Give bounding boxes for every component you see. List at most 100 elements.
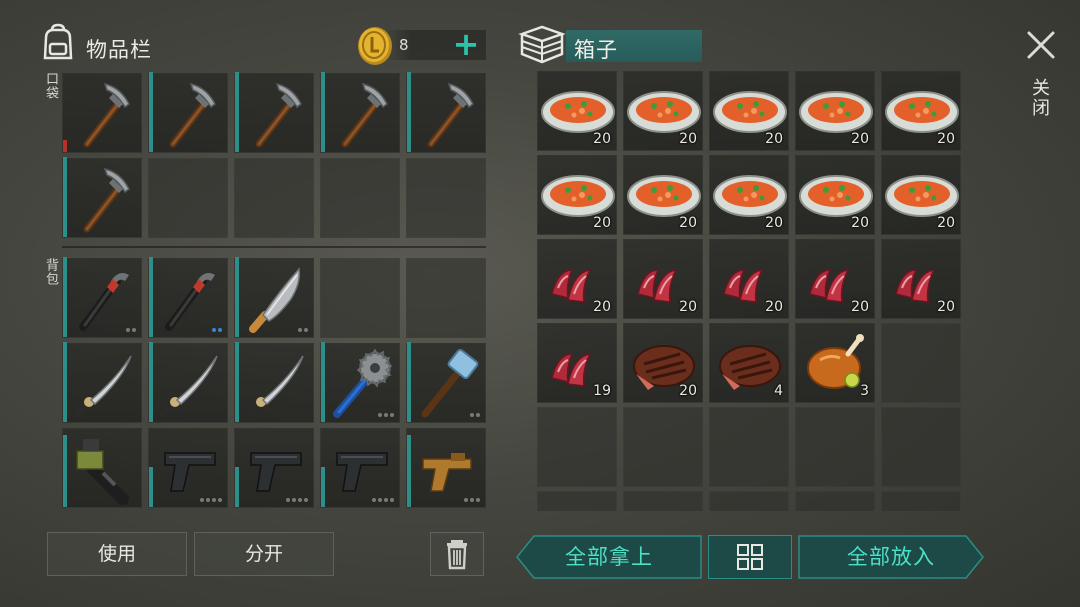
backpack-slot-2[interactable] [148,257,229,339]
split-button[interactable]: 分开 [194,532,334,576]
box-slot-22[interactable] [623,407,703,487]
pocket-slot-8[interactable] [234,158,314,238]
box-slot-14[interactable]: 20 [795,239,875,319]
pocket-slot-3[interactable] [234,72,314,153]
box-slot-12[interactable]: 20 [623,239,703,319]
mod-dot [132,328,136,332]
box-slot-1[interactable]: 20 [537,71,617,151]
box-slot-8[interactable]: 20 [709,155,789,235]
mod-dot [218,328,222,332]
sawblade-mace-icon [321,344,401,424]
backpack-slot-7[interactable] [148,342,228,423]
coin-count: 8 [399,36,409,54]
box-slot-18[interactable]: 4 [709,323,789,403]
box-slot-13[interactable]: 20 [709,239,789,319]
box-slot-5[interactable]: 20 [881,71,961,151]
box-slot-15[interactable]: 20 [881,239,961,319]
box-slot-9[interactable]: 20 [795,155,875,235]
mod-dot [298,498,302,502]
mod-dot [218,498,222,502]
box-slot-29[interactable] [795,491,875,511]
durability-bar [407,342,411,422]
backpack-slot-6[interactable] [62,342,143,424]
mod-dots [298,328,308,332]
pocket-slot-9[interactable] [320,158,400,238]
box-slot-20[interactable] [881,323,961,403]
put-all-label: 全部放入 [847,545,935,569]
pistol-icon [321,429,401,509]
backpack-slot-11[interactable] [62,428,142,508]
box-slot-6[interactable]: 20 [537,155,617,235]
backpack-slot-12[interactable] [148,428,228,508]
box-slot-17[interactable]: 20 [623,323,703,403]
box-slot-21[interactable] [537,407,617,487]
box-slot-27[interactable] [623,491,703,511]
item-quantity: 20 [679,215,697,231]
pocket-slot-1[interactable] [62,73,142,153]
mod-dots [464,498,480,502]
box-slot-19[interactable]: 3 [795,323,875,403]
take-all-button[interactable]: 全部拿上 [516,535,702,579]
item-quantity: 20 [937,215,955,231]
box-slot-28[interactable] [709,491,789,511]
backpack-slot-5[interactable] [406,258,486,338]
durability-bar [63,257,67,337]
mod-dots [200,498,222,502]
backpack-slot-1[interactable] [62,257,142,338]
add-coins-button[interactable]: + [450,28,482,62]
durability-bar [235,467,239,507]
mod-dot [378,413,382,417]
item-quantity: 20 [937,299,955,315]
put-all-button[interactable]: 全部放入 [798,535,984,579]
backpack-slot-13[interactable] [234,428,314,508]
backpack-slot-9[interactable] [320,342,401,424]
mod-dot [372,498,376,502]
item-quantity: 20 [679,383,697,399]
durability-bar [63,140,67,152]
box-slot-7[interactable]: 20 [623,155,703,235]
grid-view-button[interactable] [708,535,792,579]
box-slot-16[interactable]: 19 [537,323,617,403]
box-slot-26[interactable] [537,491,617,511]
backpack-slot-3[interactable] [234,257,315,339]
section-divider [62,246,486,248]
trash-button[interactable] [430,532,484,576]
item-quantity: 20 [679,299,697,315]
backpack-slot-4[interactable] [320,258,400,338]
mod-dot [304,328,308,332]
item-quantity: 20 [765,299,783,315]
backpack-slot-8[interactable] [234,342,314,423]
pocket-slot-6[interactable] [62,157,142,238]
backpack-slot-15[interactable] [406,428,486,508]
pistol-icon [235,429,315,509]
box-slot-11[interactable]: 20 [537,239,617,319]
box-slot-2[interactable]: 20 [623,71,703,151]
box-slot-25[interactable] [881,407,961,487]
box-slot-3[interactable]: 20 [709,71,789,151]
use-button[interactable]: 使用 [47,532,187,576]
crowbar-icon [149,259,229,339]
durability-bar [407,435,411,507]
katana-icon [63,344,143,424]
close-icon[interactable] [1024,28,1058,62]
backpack-slot-10[interactable] [406,342,486,423]
pocket-slot-7[interactable] [148,158,228,238]
pocket-slot-5[interactable] [406,72,486,153]
box-slot-4[interactable]: 20 [795,71,875,151]
box-slot-10[interactable]: 20 [881,155,961,235]
grid-icon [737,544,763,570]
box-slot-23[interactable] [709,407,789,487]
mod-dot [126,328,130,332]
machete-icon [235,259,315,339]
box-slot-24[interactable] [795,407,875,487]
box-slot-30[interactable] [881,491,961,511]
backpack-slot-14[interactable] [320,428,400,508]
pocket-slot-4[interactable] [320,72,400,153]
item-quantity: 20 [851,299,869,315]
mod-dot [384,413,388,417]
close-label[interactable]: 关闭 [1029,78,1052,118]
pocket-slot-2[interactable] [148,72,228,153]
mod-dot [390,413,394,417]
pocket-slot-10[interactable] [406,158,486,238]
mod-dot [476,413,480,417]
